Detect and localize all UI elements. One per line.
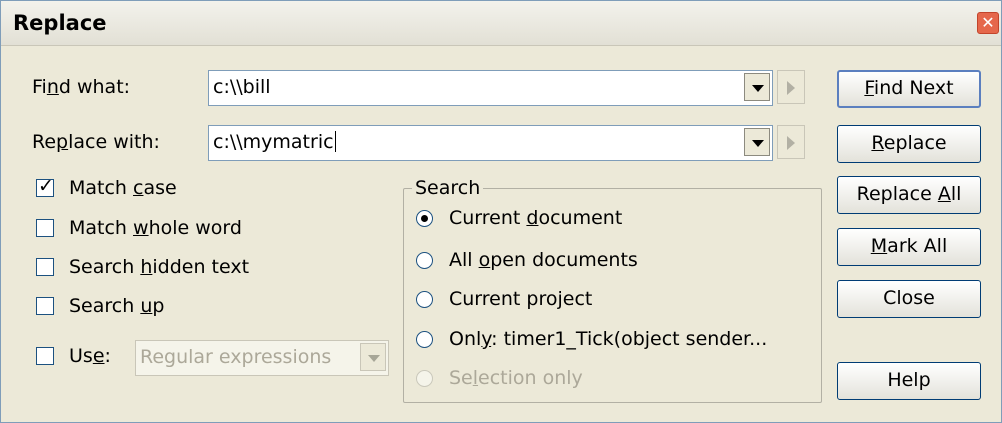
replace-with-value: c:\\mymatric [213, 131, 336, 153]
only-radio[interactable] [416, 331, 433, 348]
current-project-radio[interactable] [416, 291, 433, 308]
close-button[interactable]: Close [837, 280, 981, 318]
find-what-label: Find what: [32, 76, 131, 98]
checkmark-icon: ✓ [38, 175, 54, 197]
mark-all-button[interactable]: Mark All [837, 228, 981, 266]
replace-builder-button[interactable] [777, 125, 805, 159]
use-label[interactable]: Use: [69, 345, 111, 367]
selection-only-label[interactable]: Selection only [449, 367, 583, 389]
use-checkbox[interactable] [36, 347, 54, 365]
replace-all-button[interactable]: Replace All [837, 176, 981, 214]
chevron-down-icon[interactable] [360, 343, 386, 371]
dialog-title: Replace [13, 11, 107, 35]
search-hidden-text-label[interactable]: Search hidden text [69, 256, 249, 278]
chevron-right-icon [787, 136, 795, 150]
title-bar: Replace ✕ [1, 1, 1001, 46]
only-label[interactable]: Only: timer1_Tick(object sender... [449, 328, 767, 350]
match-whole-word-label[interactable]: Match whole word [69, 217, 242, 239]
help-button[interactable]: Help [837, 362, 981, 400]
search-hidden-text-checkbox[interactable] [36, 258, 54, 276]
find-next-button[interactable]: Find Next [837, 70, 981, 108]
find-what-value: c:\\bill [213, 76, 271, 98]
search-up-label[interactable]: Search up [69, 295, 164, 317]
close-icon[interactable]: ✕ [977, 12, 999, 34]
match-whole-word-checkbox[interactable] [36, 219, 54, 237]
match-case-checkbox[interactable]: ✓ [36, 175, 54, 197]
current-project-label[interactable]: Current project [449, 288, 592, 310]
search-up-checkbox[interactable] [36, 297, 54, 315]
replace-with-label: Replace with: [32, 131, 160, 153]
match-case-label[interactable]: Match case [69, 177, 177, 199]
current-document-label[interactable]: Current document [449, 207, 622, 229]
selection-only-radio[interactable] [416, 370, 433, 387]
use-select-value: Regular expressions [140, 346, 332, 368]
chevron-down-icon[interactable] [744, 128, 770, 156]
use-select[interactable]: Regular expressions [135, 340, 389, 376]
replace-dialog: Replace ✕ Find what: c:\\bill Replace wi… [0, 0, 1002, 423]
chevron-right-icon [787, 81, 795, 95]
chevron-down-icon[interactable] [744, 73, 770, 101]
replace-button[interactable]: Replace [837, 125, 981, 163]
replace-with-input[interactable]: c:\\mymatric [208, 125, 773, 161]
find-builder-button[interactable] [777, 70, 805, 104]
find-what-input[interactable]: c:\\bill [208, 70, 773, 106]
search-group-title: Search [412, 177, 484, 199]
all-open-documents-label[interactable]: All open documents [449, 249, 638, 271]
all-open-documents-radio[interactable] [416, 252, 433, 269]
current-document-radio[interactable] [416, 210, 433, 227]
